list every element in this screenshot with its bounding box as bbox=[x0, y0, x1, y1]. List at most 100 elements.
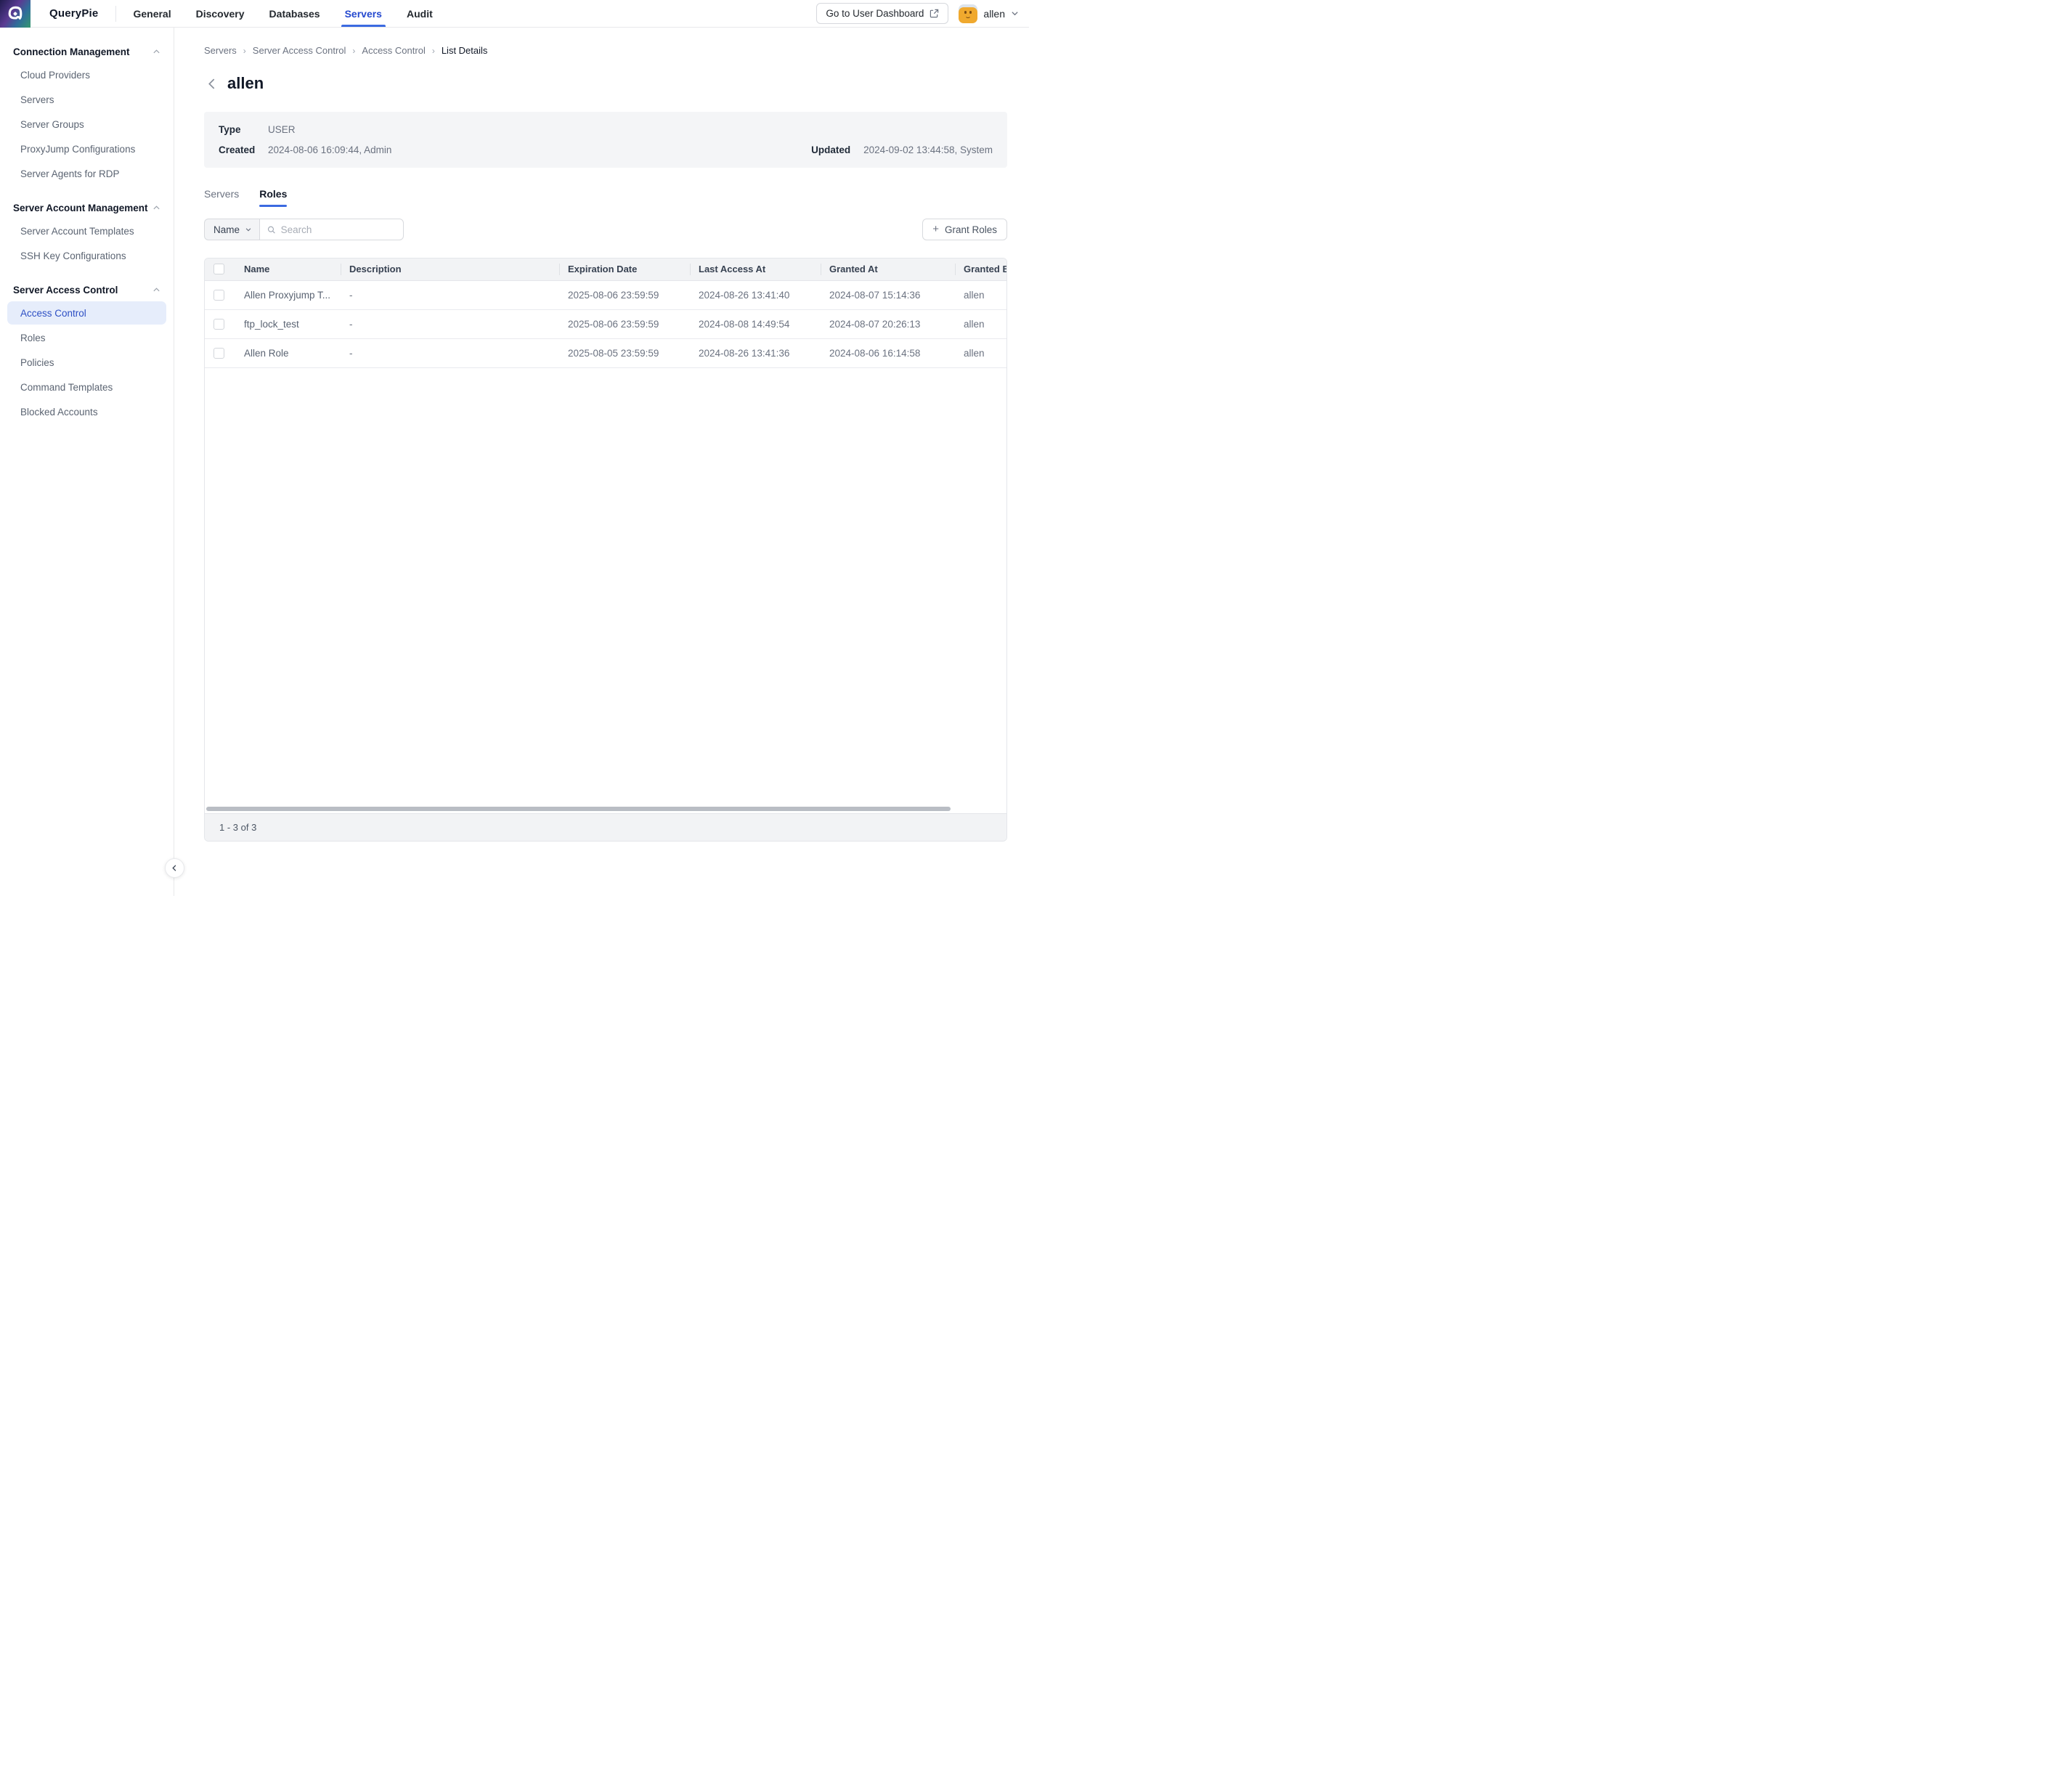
sidebar-section-title: Server Access Control bbox=[13, 285, 118, 296]
topbar-divider bbox=[115, 6, 116, 22]
chevron-left-icon bbox=[171, 864, 179, 872]
sidebar-collapse-button[interactable] bbox=[165, 858, 184, 878]
table-row: Allen Role-2025-08-05 23:59:592024-08-26… bbox=[205, 338, 1006, 367]
horizontal-scrollbar-thumb[interactable] bbox=[206, 807, 951, 811]
column-header-description: Description bbox=[341, 258, 559, 280]
row-checkbox[interactable] bbox=[213, 348, 224, 359]
cell-last-access-at: 2024-08-26 13:41:36 bbox=[690, 338, 821, 367]
cell-description: - bbox=[341, 338, 559, 367]
cell-name[interactable]: ftp_lock_test bbox=[235, 309, 341, 338]
chevron-left-icon bbox=[206, 78, 217, 90]
sidebar-item-command-templates[interactable]: Command Templates bbox=[7, 375, 166, 399]
column-header-expiration-date: Expiration Date bbox=[559, 258, 690, 280]
table-toolbar: Name + Grant Roles bbox=[204, 219, 1007, 240]
back-button[interactable] bbox=[204, 75, 219, 92]
horizontal-scrollbar bbox=[205, 805, 1006, 813]
filter-field-select[interactable]: Name bbox=[204, 219, 259, 240]
cell-name[interactable]: Allen Role bbox=[235, 338, 341, 367]
sidebar-item-server-agents-for-rdp[interactable]: Server Agents for RDP bbox=[7, 162, 166, 185]
sidebar-item-policies[interactable]: Policies bbox=[7, 351, 166, 374]
breadcrumb-item-servers[interactable]: Servers bbox=[204, 45, 237, 56]
external-link-icon bbox=[930, 9, 939, 18]
tab-servers[interactable]: Servers bbox=[204, 188, 239, 207]
breadcrumb-item-list-details: List Details bbox=[442, 45, 488, 56]
row-checkbox[interactable] bbox=[213, 290, 224, 301]
grant-roles-button[interactable]: + Grant Roles bbox=[922, 219, 1007, 240]
sidebar-item-servers[interactable]: Servers bbox=[7, 88, 166, 111]
topnav-item-general[interactable]: General bbox=[121, 0, 183, 27]
cell-name[interactable]: Allen Proxyjump T... bbox=[235, 280, 341, 309]
pagination-summary: 1 - 3 of 3 bbox=[219, 822, 256, 833]
top-bar: QueryPie GeneralDiscoveryDatabasesServer… bbox=[0, 0, 1029, 28]
breadcrumb-item-access-control[interactable]: Access Control bbox=[362, 45, 425, 56]
sidebar-section-server-access-control: Server Access Control Access ControlRoles… bbox=[7, 280, 166, 423]
topnav-item-audit[interactable]: Audit bbox=[394, 0, 445, 27]
plus-icon: + bbox=[932, 224, 939, 235]
type-label: Type bbox=[219, 124, 268, 135]
cell-description: - bbox=[341, 309, 559, 338]
cell-granted-at: 2024-08-07 15:14:36 bbox=[821, 280, 955, 309]
user-name: allen bbox=[983, 8, 1005, 20]
sidebar-item-proxyjump-configurations[interactable]: ProxyJump Configurations bbox=[7, 137, 166, 160]
sidebar-item-roles[interactable]: Roles bbox=[7, 326, 166, 349]
select-all-checkbox[interactable] bbox=[213, 264, 224, 274]
updated-value: 2024-09-02 13:44:58, System bbox=[863, 144, 993, 155]
row-checkbox[interactable] bbox=[213, 319, 224, 330]
chevron-up-icon bbox=[152, 286, 160, 294]
page-title: allen bbox=[227, 74, 264, 93]
sidebar-section-header-server-account-management[interactable]: Server Account Management bbox=[7, 198, 166, 218]
table-empty-area bbox=[205, 368, 1006, 805]
topnav-item-discovery[interactable]: Discovery bbox=[184, 0, 257, 27]
cell-last-access-at: 2024-08-08 14:49:54 bbox=[690, 309, 821, 338]
topnav-item-databases[interactable]: Databases bbox=[257, 0, 333, 27]
sidebar-item-server-groups[interactable]: Server Groups bbox=[7, 113, 166, 136]
brand-name: QueryPie bbox=[49, 7, 98, 20]
sidebar-section-server-account-management: Server Account ManagementServer Account … bbox=[7, 198, 166, 267]
sidebar: Connection ManagementCloud ProvidersServ… bbox=[0, 28, 174, 896]
roles-table-card: NameDescriptionExpiration DateLast Acces… bbox=[204, 258, 1007, 842]
topnav-item-servers[interactable]: Servers bbox=[333, 0, 394, 27]
table-body: Allen Proxyjump T...-2025-08-06 23:59:59… bbox=[205, 280, 1006, 367]
breadcrumb-item-server-access-control[interactable]: Server Access Control bbox=[253, 45, 346, 56]
search-group: Name bbox=[204, 219, 404, 240]
filter-field-label: Name bbox=[213, 224, 240, 235]
top-navigation: GeneralDiscoveryDatabasesServersAudit bbox=[121, 0, 444, 27]
column-header-name: Name bbox=[235, 258, 341, 280]
search-input[interactable] bbox=[281, 224, 396, 235]
table-row: Allen Proxyjump T...-2025-08-06 23:59:59… bbox=[205, 280, 1006, 309]
cell-granted-at: 2024-08-07 20:26:13 bbox=[821, 309, 955, 338]
sidebar-item-cloud-providers[interactable]: Cloud Providers bbox=[7, 63, 166, 86]
cell-granted-by: allen bbox=[955, 309, 1006, 338]
user-menu[interactable]: allen bbox=[959, 4, 1019, 23]
user-avatar bbox=[959, 4, 977, 23]
topbar-right: Go to User Dashboard allen bbox=[816, 3, 1029, 24]
tab-roles[interactable]: Roles bbox=[259, 188, 287, 207]
chevron-up-icon bbox=[152, 204, 160, 212]
sidebar-section-header-connection-management[interactable]: Connection Management bbox=[7, 42, 166, 62]
cell-expiration-date: 2025-08-06 23:59:59 bbox=[559, 309, 690, 338]
querypie-logo-icon[interactable] bbox=[0, 0, 30, 28]
chevron-up-icon bbox=[152, 48, 160, 56]
search-icon bbox=[267, 225, 276, 235]
roles-table: NameDescriptionExpiration DateLast Acces… bbox=[205, 258, 1006, 368]
column-header-last-access-at: Last Access At bbox=[690, 258, 821, 280]
main-content: Servers›Server Access Control›Access Con… bbox=[175, 28, 1029, 896]
sidebar-item-server-account-templates[interactable]: Server Account Templates bbox=[7, 219, 166, 243]
table-clip: NameDescriptionExpiration DateLast Acces… bbox=[205, 258, 1006, 368]
type-value: USER bbox=[268, 124, 296, 135]
table-footer: 1 - 3 of 3 bbox=[205, 813, 1006, 841]
cell-description: - bbox=[341, 280, 559, 309]
breadcrumb-separator-icon: › bbox=[243, 46, 246, 56]
sidebar-item-ssh-key-configurations[interactable]: SSH Key Configurations bbox=[7, 244, 166, 267]
go-to-user-dashboard-button[interactable]: Go to User Dashboard bbox=[816, 3, 948, 24]
sidebar-item-access-control[interactable]: Access Control bbox=[7, 301, 166, 325]
search-box bbox=[259, 219, 404, 240]
sidebar-section-header-server-access-control[interactable]: Server Access Control bbox=[7, 280, 166, 300]
title-row: allen bbox=[204, 74, 1007, 93]
detail-meta-panel: Type USER Created 2024-08-06 16:09:44, A… bbox=[204, 112, 1007, 168]
cell-expiration-date: 2025-08-05 23:59:59 bbox=[559, 338, 690, 367]
cell-last-access-at: 2024-08-26 13:41:40 bbox=[690, 280, 821, 309]
grant-roles-label: Grant Roles bbox=[945, 224, 997, 235]
sidebar-item-blocked-accounts[interactable]: Blocked Accounts bbox=[7, 400, 166, 423]
breadcrumb: Servers›Server Access Control›Access Con… bbox=[204, 45, 1007, 56]
